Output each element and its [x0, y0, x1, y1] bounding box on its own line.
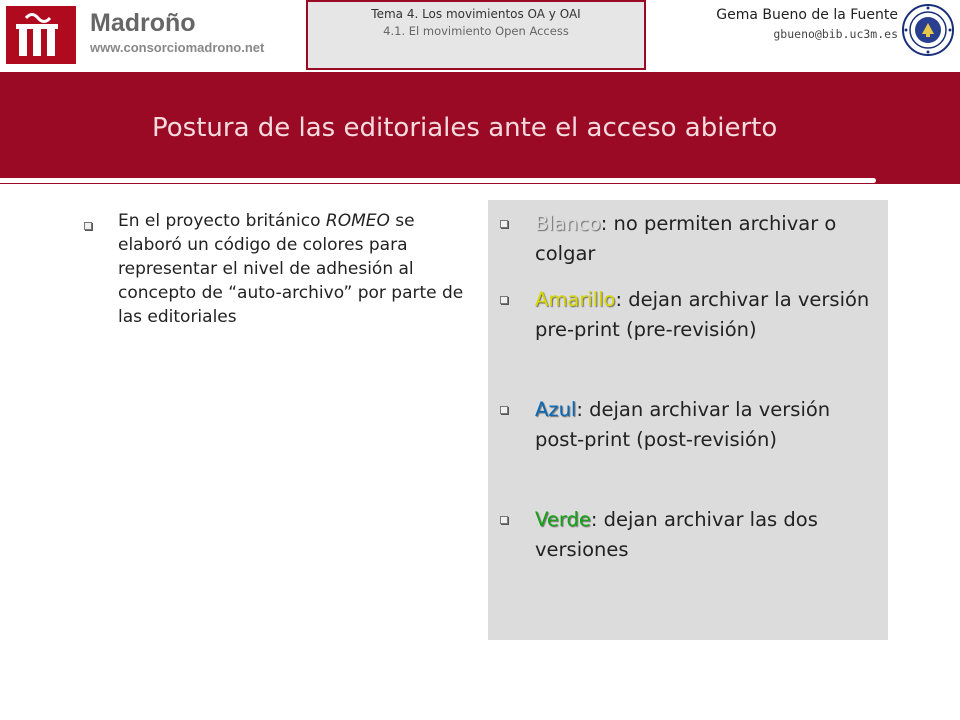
slide-title: Postura de las editoriales ante el acces…	[152, 113, 778, 143]
romeo-italic: ROMEO	[325, 211, 390, 231]
keyword-azul: Azul	[535, 398, 577, 421]
color-item-amarillo: Amarillo: dejan archivar la versión pre-…	[535, 285, 880, 345]
color-item-blanco: Blanco: no permiten archivar o colgar	[535, 209, 880, 269]
square-bullet-icon	[84, 222, 92, 230]
keyword-blanco: Blanco	[535, 212, 601, 235]
color-item-azul: Azul: dejan archivar la versión post-pri…	[535, 395, 880, 455]
keyword-amarillo: Amarillo	[535, 288, 616, 311]
item-text: : dejan archivar la versión post-print (…	[535, 398, 831, 451]
logo-block: Madroño www.consorciomadrono.net	[0, 0, 290, 72]
author-block: Gema Bueno de la Fuente gbueno@bib.uc3m.…	[716, 7, 898, 41]
author-name: Gema Bueno de la Fuente	[716, 7, 898, 23]
author-email: gbueno@bib.uc3m.es	[773, 27, 898, 41]
logo-url: www.consorciomadrono.net	[90, 40, 265, 55]
left-text-start: En el proyecto británico	[118, 211, 321, 231]
madrono-logo-icon	[6, 6, 76, 64]
keyword-verde: Verde	[535, 508, 591, 531]
topic-subtitle: 4.1. El movimiento Open Access	[383, 24, 569, 38]
title-underline	[0, 178, 876, 183]
university-seal-icon	[902, 4, 954, 56]
square-bullet-icon	[500, 220, 508, 228]
color-item-verde: Verde: dejan archivar las dos versiones	[535, 505, 880, 565]
left-bullet-text: En el proyecto británico ROMEO se elabor…	[118, 209, 470, 329]
topic-box: Tema 4. Los movimientos OA y OAI 4.1. El…	[306, 0, 646, 70]
topic-title: Tema 4. Los movimientos OA y OAI	[371, 7, 581, 21]
square-bullet-icon	[500, 406, 508, 414]
square-bullet-icon	[500, 296, 508, 304]
logo-name: Madroño	[90, 9, 196, 37]
square-bullet-icon	[500, 516, 508, 524]
